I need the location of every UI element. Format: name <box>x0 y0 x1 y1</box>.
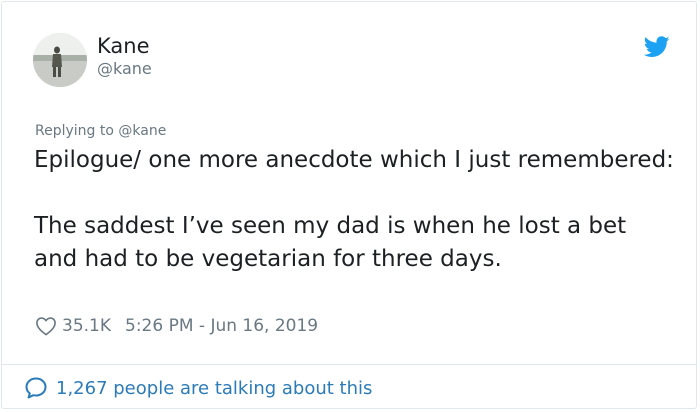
conversation-text: 1,267 people are talking about this <box>56 377 373 399</box>
speech-bubble-icon <box>25 377 47 399</box>
tweet-paragraph: Epilogue/ one more anecdote which I just… <box>34 147 674 173</box>
author-handle[interactable]: @kane <box>97 59 152 79</box>
timestamp[interactable]: 5:26 PM - Jun 16, 2019 <box>125 316 318 336</box>
heart-icon[interactable] <box>35 316 57 336</box>
like-count[interactable]: 35.1K <box>62 316 111 336</box>
tweet-paragraph: The saddest I’ve seen my dad is when he … <box>34 213 627 272</box>
tweet-card: Kane @kane Replying to @kane Epilogue/ o… <box>1 1 697 409</box>
author-name[interactable]: Kane <box>97 33 150 59</box>
avatar-photo <box>33 33 87 87</box>
tweet-text: Epilogue/ one more anecdote which I just… <box>34 144 674 276</box>
avatar[interactable] <box>33 33 87 87</box>
replying-to[interactable]: Replying to @kane <box>35 122 166 140</box>
tweet-meta: 35.1K 5:26 PM - Jun 16, 2019 <box>35 314 318 338</box>
conversation-link[interactable]: 1,267 people are talking about this <box>24 375 372 401</box>
divider <box>2 364 696 365</box>
twitter-bird-icon[interactable] <box>644 36 670 58</box>
